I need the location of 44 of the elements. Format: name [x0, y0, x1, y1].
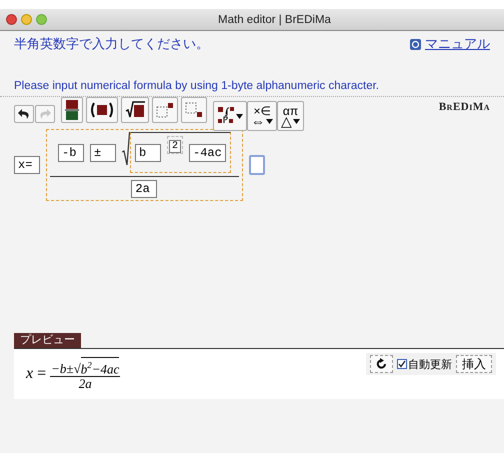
symbol-menu-button[interactable] [213, 101, 247, 131]
input-field[interactable]: -4ac [189, 144, 226, 162]
close-icon[interactable] [6, 14, 17, 25]
sqrt-button[interactable] [121, 97, 149, 123]
input-field[interactable]: x= [14, 156, 40, 174]
redo-icon [38, 108, 52, 120]
input-field[interactable]: 2a [131, 180, 158, 198]
fraction-icon [65, 99, 79, 121]
input-field[interactable]: b [135, 144, 161, 162]
refresh-icon [376, 358, 387, 370]
cursor-field[interactable] [248, 155, 265, 175]
input-field[interactable]: 2 [169, 140, 182, 153]
subscript-button[interactable] [181, 97, 207, 123]
window-title: Math editor | BrEDiMa [218, 14, 331, 26]
subscript-icon [185, 102, 203, 118]
undo-icon [17, 108, 31, 120]
undo-button[interactable] [14, 105, 34, 123]
manual-link[interactable]: マニュアル [425, 35, 490, 53]
checkbox-label: 自動更新 [408, 358, 452, 372]
input-field[interactable]: -b [58, 144, 84, 162]
caret-icon [266, 118, 273, 124]
equals-sign: = [37, 365, 46, 383]
caret-icon [236, 114, 243, 118]
auto-update-checkbox[interactable] [397, 359, 407, 369]
insert-button[interactable]: 挿入 [456, 355, 492, 373]
square-root-icon [125, 101, 145, 119]
logo: BrEDiMa [438, 101, 490, 113]
parentheses-button[interactable] [86, 97, 118, 123]
caret-icon [293, 118, 300, 124]
script-symbols-icon [217, 106, 235, 126]
refresh-button[interactable] [370, 355, 393, 373]
parentheses-icon [90, 102, 114, 118]
fraction-button[interactable] [61, 97, 83, 123]
instruction-text: 半角英数字で入力してください。 [14, 35, 209, 53]
symbol-menu-button[interactable]: ×∈ ⇔ [247, 101, 277, 131]
symbol-menu-button[interactable]: απ △ [277, 101, 304, 131]
math-variable: x [26, 365, 34, 383]
preview-label: プレビュー [14, 333, 81, 348]
superscript-button[interactable] [152, 97, 178, 123]
superscript-icon [156, 102, 174, 118]
math-fraction: −b±√b$^{2}$−4ac 2a [50, 356, 120, 392]
input-field[interactable]: ± [90, 144, 116, 162]
help-icon [410, 38, 421, 50]
instruction-text: Please input numerical formula by using 1-byte alphanumeric character. [14, 80, 380, 92]
